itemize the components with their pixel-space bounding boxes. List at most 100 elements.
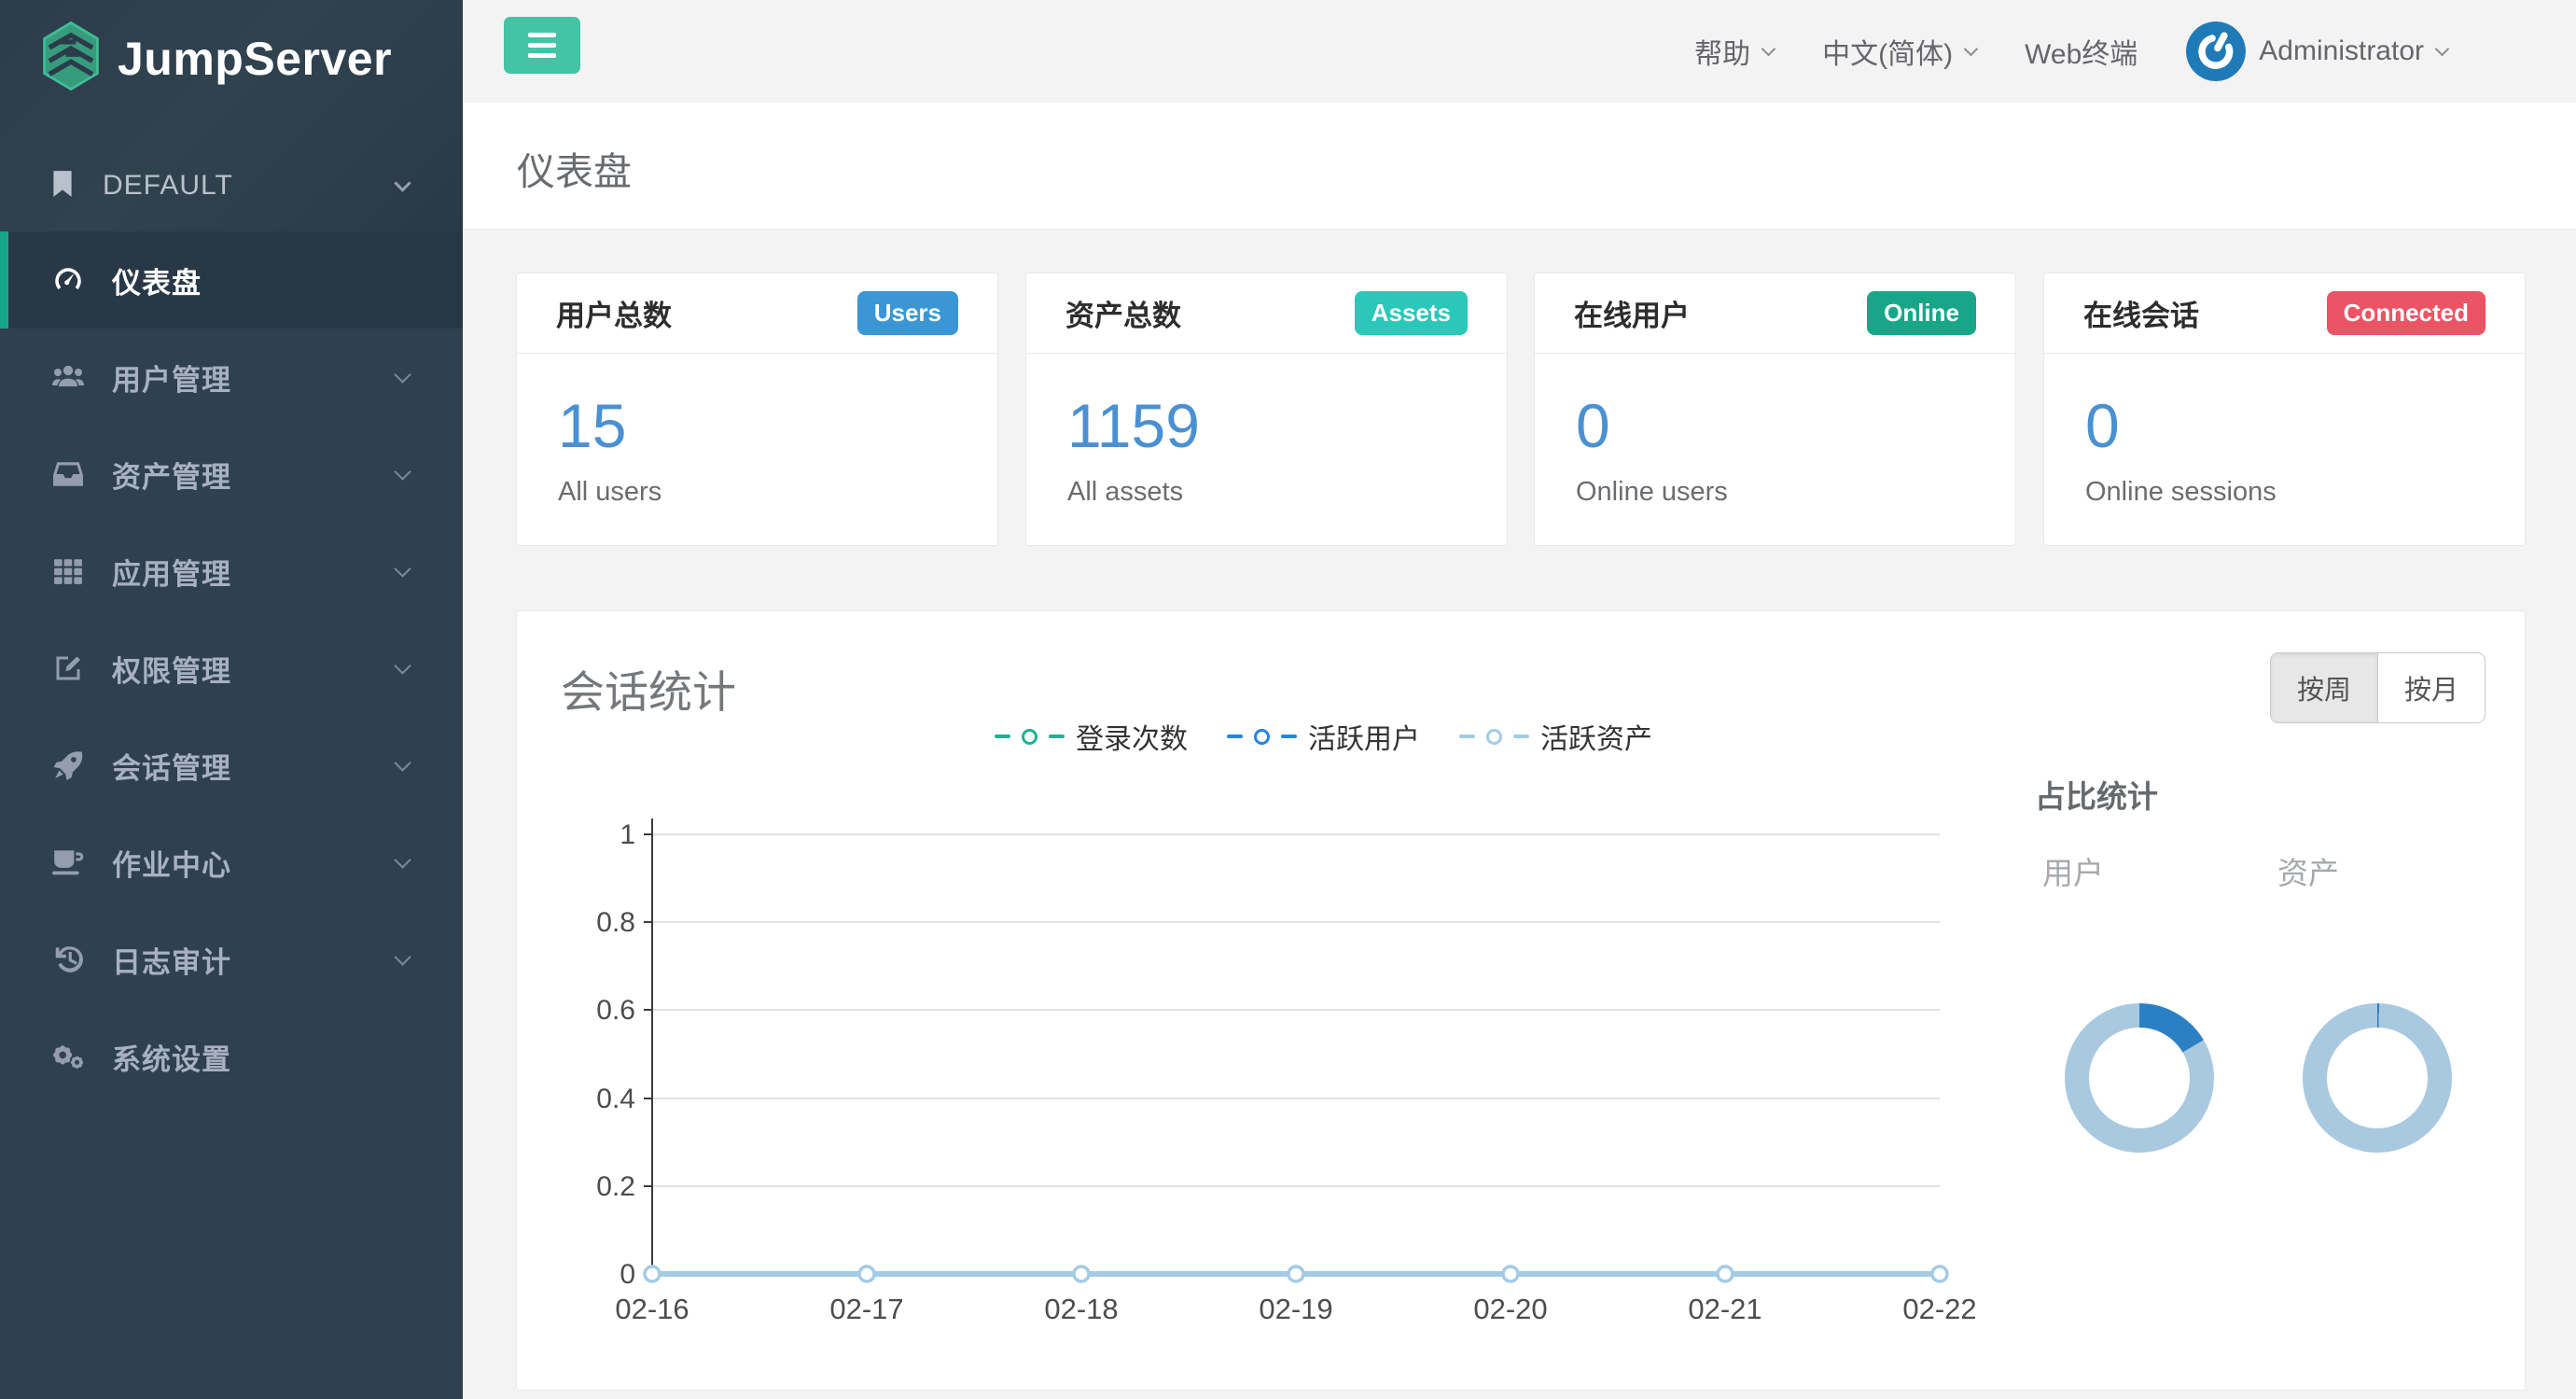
sidebar-item-sessions[interactable]: 会话管理 — [0, 717, 463, 814]
y-tick-label: 0.8 — [596, 907, 635, 938]
stat-value: 1159 — [1067, 395, 1466, 456]
card-title: 用户总数 — [556, 292, 672, 334]
data-point — [1503, 1266, 1518, 1281]
sidebar-item-applications[interactable]: 应用管理 — [0, 523, 463, 620]
logo-text: JumpServer — [118, 32, 392, 86]
chevron-down-icon — [394, 948, 411, 965]
chevron-down-icon — [394, 754, 411, 771]
data-point — [1718, 1266, 1733, 1281]
stat-label: Online users — [1576, 477, 1974, 508]
toggle-month-button[interactable]: 按月 — [2377, 653, 2485, 722]
card-title: 在线用户 — [1574, 292, 1690, 334]
topbar-right: 帮助 中文(简体) Web终端 — [1694, 0, 2447, 103]
org-label: DEFAULT — [103, 170, 233, 202]
ratio-stats-title: 占比统计 — [2035, 772, 2158, 817]
sidebar-item-permissions[interactable]: 权限管理 — [0, 620, 463, 717]
org-switcher[interactable]: DEFAULT — [0, 147, 463, 224]
users-icon — [50, 361, 86, 393]
x-tick-label: 02-17 — [829, 1293, 903, 1325]
help-menu[interactable]: 帮助 — [1694, 31, 1774, 72]
jumpserver-logo-icon — [41, 19, 101, 98]
chevron-down-icon — [394, 366, 411, 383]
jumpserver-logo: JumpServer — [41, 19, 392, 98]
x-tick-label: 02-19 — [1259, 1293, 1332, 1325]
stat-value: 0 — [1576, 395, 1974, 456]
period-toggle: 按周 按月 — [2270, 652, 2485, 723]
legend-line-icon — [1049, 734, 1065, 738]
legend-line-icon — [1513, 734, 1529, 738]
sidebar-item-label: 应用管理 — [112, 551, 231, 593]
stat-label: Online sessions — [2085, 477, 2484, 508]
sidebar-item-job-center[interactable]: 作业中心 — [0, 814, 463, 911]
x-tick-label: 02-22 — [1902, 1293, 1976, 1325]
topbar: 帮助 中文(简体) Web终端 — [463, 0, 2576, 103]
avatar — [2186, 21, 2246, 81]
web-terminal-link[interactable]: Web终端 — [2025, 31, 2137, 72]
y-tick-label: 0.4 — [596, 1084, 635, 1114]
user-menu[interactable]: Administrator — [2186, 21, 2447, 81]
legend-circle-icon — [1486, 729, 1502, 745]
data-point — [1932, 1266, 1947, 1281]
sidebar-item-users[interactable]: 用户管理 — [0, 329, 463, 426]
coffee-icon — [50, 846, 86, 878]
chevron-down-icon — [2435, 41, 2450, 56]
status-badge: Connected — [2327, 291, 2485, 335]
chevron-down-icon — [394, 657, 411, 674]
data-point — [645, 1266, 660, 1281]
chevron-down-icon — [394, 463, 411, 480]
session-stats-title: 会话统计 — [561, 656, 736, 720]
chevron-down-icon — [394, 560, 411, 577]
jumpserver-dashboard: JumpServer DEFAULT 仪表盘 — [0, 0, 2576, 1399]
chevron-down-icon — [394, 175, 411, 191]
legend-item-logins[interactable]: 登录次数 — [995, 716, 1188, 757]
sidebar-toggle-button[interactable] — [504, 17, 580, 74]
sidebar-item-label: 作业中心 — [112, 842, 231, 884]
language-menu[interactable]: 中文(简体) — [1822, 31, 1976, 72]
bookmark-icon — [50, 169, 75, 203]
y-tick-label: 0.6 — [596, 995, 635, 1026]
stat-card-total-users: 用户总数 Users 15 All users — [516, 273, 998, 546]
assets-donut-chart — [2303, 1003, 2452, 1153]
edit-icon — [50, 652, 86, 684]
sidebar-item-label: 资产管理 — [112, 454, 231, 496]
data-point — [1288, 1266, 1303, 1281]
stat-label: All users — [558, 477, 956, 508]
sidebar-item-label: 用户管理 — [112, 357, 231, 399]
chevron-down-icon — [1761, 41, 1776, 56]
breadcrumb: 仪表盘 — [463, 103, 2576, 230]
legend-line-icon — [1281, 734, 1297, 738]
legend-item-active-assets[interactable]: 活跃资产 — [1459, 716, 1652, 757]
stat-value: 0 — [2085, 395, 2484, 456]
legend-item-active-users[interactable]: 活跃用户 — [1227, 716, 1420, 757]
sidebar-item-settings[interactable]: 系统设置 — [0, 1008, 463, 1105]
sidebar-item-label: 会话管理 — [112, 745, 231, 787]
sidebar-menu: 仪表盘 用户管理 — [0, 231, 463, 1105]
stat-card-total-assets: 资产总数 Assets 1159 All assets — [1025, 273, 1508, 546]
session-line-chart: 1 0.8 0.6 0.4 0.2 0 02-16 02-17 02-18 02… — [579, 798, 2072, 1349]
gears-icon — [50, 1041, 86, 1072]
sidebar-item-assets[interactable]: 资产管理 — [0, 426, 463, 523]
legend-label: 登录次数 — [1076, 716, 1188, 757]
help-label: 帮助 — [1694, 31, 1750, 72]
card-title: 在线会话 — [2083, 292, 2199, 334]
sidebar-item-label: 日志审计 — [112, 939, 231, 981]
status-badge: Users — [857, 291, 958, 335]
legend-circle-icon — [1254, 729, 1270, 745]
x-tick-label: 02-20 — [1473, 1293, 1547, 1325]
data-point — [1074, 1266, 1089, 1281]
history-icon — [50, 944, 86, 975]
session-stats-panel: 会话统计 登录次数 活跃用户 活跃资产 按周 按 — [516, 610, 2526, 1391]
data-point — [859, 1266, 874, 1281]
y-tick-label: 0.2 — [596, 1171, 635, 1202]
sidebar-item-label: 权限管理 — [112, 648, 231, 690]
sidebar-item-audit[interactable]: 日志审计 — [0, 911, 463, 1008]
toggle-week-button[interactable]: 按周 — [2271, 653, 2377, 722]
status-badge: Online — [1867, 291, 1976, 335]
chart-legend: 登录次数 活跃用户 活跃资产 — [995, 716, 1652, 757]
stat-label: All assets — [1067, 477, 1466, 508]
web-terminal-label: Web终端 — [2025, 31, 2137, 72]
sidebar-item-dashboard[interactable]: 仪表盘 — [0, 231, 463, 329]
sidebar-item-label: 系统设置 — [112, 1036, 231, 1078]
stat-card-online-sessions: 在线会话 Connected 0 Online sessions — [2043, 273, 2526, 546]
inbox-icon — [50, 458, 86, 490]
